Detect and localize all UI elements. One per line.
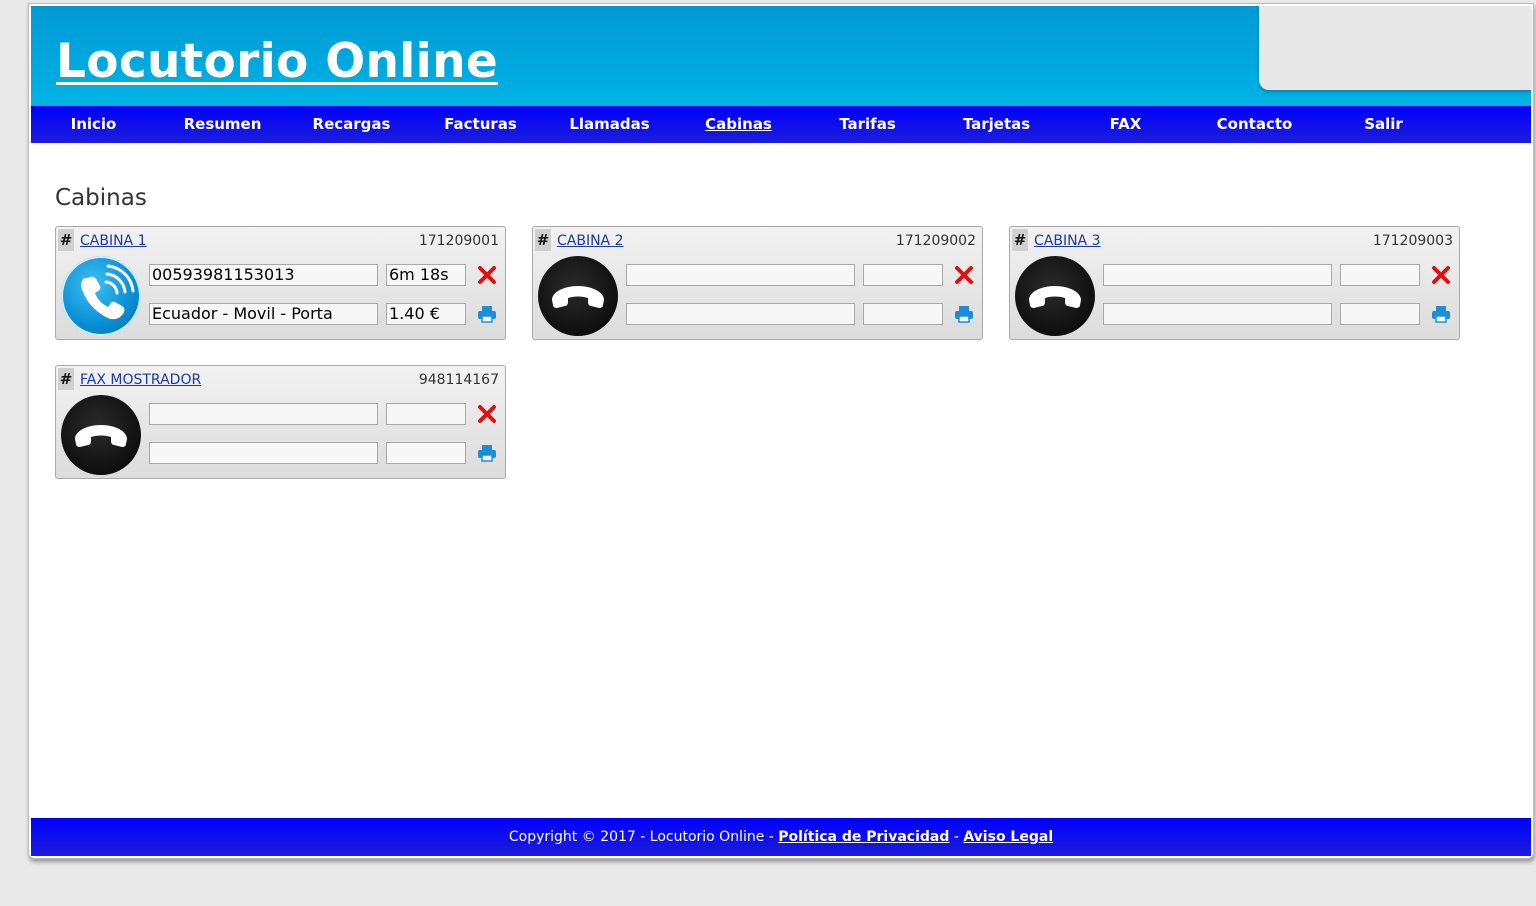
duration-field[interactable]: [386, 403, 466, 425]
nav-fax[interactable]: FAX: [1061, 106, 1190, 143]
nav-recargas[interactable]: Recargas: [287, 106, 416, 143]
destination-field[interactable]: [626, 303, 855, 325]
nav-salir[interactable]: Salir: [1319, 106, 1448, 143]
nav-resumen[interactable]: Resumen: [158, 106, 287, 143]
nav-llamadas[interactable]: Llamadas: [545, 106, 674, 143]
header-user-panel: [1259, 6, 1531, 90]
legal-notice-link[interactable]: Aviso Legal: [963, 829, 1053, 845]
phone-hangup-icon: [538, 256, 618, 336]
site-footer: Copyright © 2017 - Locutorio Online - Po…: [31, 818, 1531, 856]
site-header: Locutorio Online: [31, 6, 1531, 106]
cabina-name-link[interactable]: CABINA 1: [80, 233, 147, 249]
nav-cabinas[interactable]: Cabinas: [674, 106, 803, 143]
nav-tarjetas[interactable]: Tarjetas: [932, 106, 1061, 143]
close-icon[interactable]: [476, 403, 498, 425]
nav-inicio[interactable]: Inicio: [29, 106, 158, 143]
print-icon[interactable]: [954, 304, 974, 324]
duration-field[interactable]: [1340, 264, 1420, 286]
hash-label: #: [535, 229, 551, 251]
cabina-number: 171209002: [895, 233, 976, 249]
destination-field[interactable]: [1103, 303, 1332, 325]
close-icon[interactable]: [476, 264, 498, 286]
cabina-number: 171209001: [418, 233, 499, 249]
print-icon[interactable]: [477, 304, 497, 324]
footer-copyright: Copyright © 2017 - Locutorio Online -: [508, 829, 779, 845]
destination-field[interactable]: Ecuador - Movil - Porta: [149, 303, 378, 325]
dialed-number-field[interactable]: [149, 403, 378, 425]
nav-contacto[interactable]: Contacto: [1190, 106, 1319, 143]
hash-label: #: [58, 368, 74, 390]
cabina-name-link[interactable]: FAX MOSTRADOR: [80, 372, 201, 388]
site-title-link[interactable]: Locutorio Online: [56, 34, 498, 89]
price-field[interactable]: 1.40 €: [386, 303, 466, 325]
phone-hangup-icon: [61, 395, 141, 475]
duration-field[interactable]: 6m 18s: [386, 264, 466, 286]
close-icon[interactable]: [1430, 264, 1452, 286]
main-nav: Inicio Resumen Recargas Facturas Llamada…: [31, 106, 1531, 143]
page-frame: Locutorio Online Inicio Resumen Recargas…: [28, 3, 1534, 859]
nav-facturas[interactable]: Facturas: [416, 106, 545, 143]
cabina-name-link[interactable]: CABINA 2: [557, 233, 624, 249]
dialed-number-field[interactable]: [1103, 264, 1332, 286]
print-icon[interactable]: [477, 443, 497, 463]
cabina-card-2: # CABINA 2 171209002: [532, 226, 983, 340]
print-icon[interactable]: [1431, 304, 1451, 324]
price-field[interactable]: [863, 303, 943, 325]
phone-hangup-icon: [1015, 256, 1095, 336]
price-field[interactable]: [386, 442, 466, 464]
cabina-number: 171209003: [1372, 233, 1453, 249]
cabina-name-link[interactable]: CABINA 3: [1034, 233, 1101, 249]
cabina-card-fax: # FAX MOSTRADOR 948114167: [55, 365, 506, 479]
price-field[interactable]: [1340, 303, 1420, 325]
dialed-number-field[interactable]: 00593981153013: [149, 264, 378, 286]
hash-label: #: [58, 229, 74, 251]
nav-tarifas[interactable]: Tarifas: [803, 106, 932, 143]
footer-separator: -: [949, 829, 964, 845]
cabina-card-1: # CABINA 1 171209001 00593981153013 6m 1…: [55, 226, 506, 340]
phone-ringing-icon: [61, 256, 141, 336]
hash-label: #: [1012, 229, 1028, 251]
page-title: Cabinas: [55, 185, 147, 211]
destination-field[interactable]: [149, 442, 378, 464]
privacy-policy-link[interactable]: Política de Privacidad: [778, 829, 949, 845]
dialed-number-field[interactable]: [626, 264, 855, 286]
cabina-number: 948114167: [418, 372, 499, 388]
duration-field[interactable]: [863, 264, 943, 286]
cabina-card-3: # CABINA 3 171209003: [1009, 226, 1460, 340]
close-icon[interactable]: [953, 264, 975, 286]
